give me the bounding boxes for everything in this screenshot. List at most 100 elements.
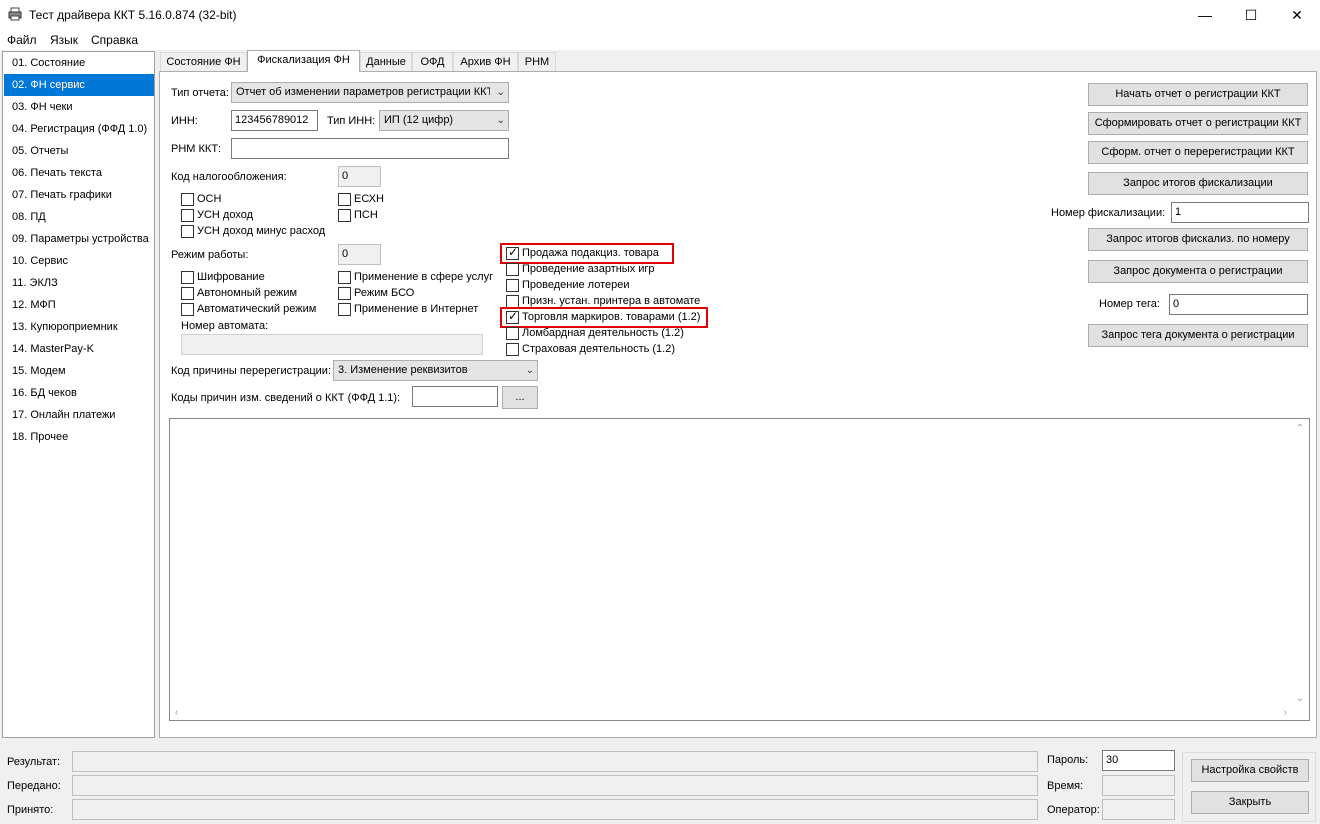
query-reg-document-button[interactable]: Запрос документа о регистрации [1088,260,1308,283]
sidebar-item-eklz[interactable]: 11. ЭКЛЗ [4,272,154,294]
rereg-reason-select[interactable]: 3. Изменение реквизитов ⌄ [333,360,538,381]
query-fisc-by-number-button[interactable]: Запрос итогов фискализ. по номеру [1088,228,1308,251]
rnm-input[interactable] [231,138,509,159]
settings-button[interactable]: Настройка свойств [1191,759,1309,782]
maximize-icon[interactable]: ☐ [1228,0,1274,30]
internet-label: Применение в Интернет [354,303,479,315]
tab-rnm[interactable]: РНМ [518,52,556,71]
autonomous-checkbox[interactable] [181,287,194,300]
sidebar-item-fn-receipts[interactable]: 03. ФН чеки [4,96,154,118]
sidebar-item-device-params[interactable]: 09. Параметры устройства [4,228,154,250]
automat-number-input[interactable] [181,334,483,355]
tab-fn-fiscalization[interactable]: Фискализация ФН [247,50,360,72]
eshn-label: ЕСХН [354,193,384,205]
chevron-down-icon: ⌄ [525,365,534,376]
tax-code-label: Код налогообложения: [171,171,287,183]
report-type-label: Тип отчета: [171,87,229,99]
inn-type-select[interactable]: ИП (12 цифр) ⌄ [379,110,509,131]
usn-income-checkbox[interactable] [181,209,194,222]
tab-fn-archive[interactable]: Архив ФН [453,52,518,71]
rereg-reason-label: Код причины перерегистрации: [171,365,332,377]
sent-label: Передано: [7,780,61,792]
browse-button[interactable]: ... [502,386,538,409]
pawnshop-label: Ломбардная деятельность (1.2) [522,327,684,339]
time-label: Время: [1047,780,1084,792]
tag-number-input[interactable]: 0 [1169,294,1308,315]
lottery-checkbox[interactable] [506,279,519,292]
sidebar-item-mfp[interactable]: 12. МФП [4,294,154,316]
sidebar-item-reports[interactable]: 05. Отчеты [4,140,154,162]
tab-data[interactable]: Данные [360,52,412,71]
scroll-left-icon[interactable]: ‹ [175,707,178,718]
psn-checkbox[interactable] [338,209,351,222]
insurance-checkbox[interactable] [506,343,519,356]
osn-label: ОСН [197,193,222,205]
lottery-label: Проведение лотереи [522,279,630,291]
automatic-checkbox[interactable] [181,303,194,316]
close-button[interactable]: Закрыть [1191,791,1309,814]
inn-label: ИНН: [171,115,198,127]
tag-number-label: Номер тега: [1099,298,1160,310]
printer-app-icon [8,7,22,21]
change-codes-input[interactable] [412,386,498,407]
sidebar-item-other[interactable]: 18. Прочее [4,426,154,448]
query-tag-button[interactable]: Запрос тега документа о регистрации [1088,324,1308,347]
usn-income-minus-label: УСН доход минус расход [197,225,326,237]
sidebar-item-fn-service[interactable]: 02. ФН сервис [4,74,154,96]
encryption-label: Шифрование [197,271,265,283]
tab-fn-status[interactable]: Состояние ФН [160,52,247,71]
services-checkbox[interactable] [338,271,351,284]
sidebar-item-registration[interactable]: 04. Регистрация (ФФД 1.0) [4,118,154,140]
sidebar-item-print-text[interactable]: 06. Печать текста [4,162,154,184]
sidebar-item-print-graphics[interactable]: 07. Печать графики [4,184,154,206]
close-window-icon[interactable]: ✕ [1274,0,1320,30]
sidebar: 01. Состояние 02. ФН сервис 03. ФН чеки … [2,51,155,738]
usn-income-minus-checkbox[interactable] [181,225,194,238]
marking-label: Торговля маркиров. товарами (1.2) [522,311,701,323]
tab-ofd[interactable]: ОФД [412,52,453,71]
menu-file[interactable]: Файл [7,33,37,47]
chevron-down-icon: ⌄ [496,87,505,98]
sidebar-item-modem[interactable]: 15. Модем [4,360,154,382]
sidebar-item-masterpay[interactable]: 14. MasterPay-K [4,338,154,360]
query-fisc-results-button[interactable]: Запрос итогов фискализации [1088,172,1308,195]
encryption-checkbox[interactable] [181,271,194,284]
menu-language[interactable]: Язык [50,33,78,47]
result-field [72,751,1038,772]
operator-field [1102,799,1175,820]
services-label: Применение в сфере услуг [354,271,494,283]
minimize-icon[interactable]: — [1182,0,1228,30]
sidebar-item-pd[interactable]: 08. ПД [4,206,154,228]
sidebar-item-bill-acceptor[interactable]: 13. Купюроприемник [4,316,154,338]
menu-help[interactable]: Справка [91,33,138,47]
sidebar-item-receipts-db[interactable]: 16. БД чеков [4,382,154,404]
scroll-up-icon[interactable]: ⌃ [1296,423,1304,434]
make-rereg-report-button[interactable]: Сформ. отчет о перерегистрации ККТ [1088,141,1308,164]
scroll-right-icon[interactable]: › [1284,707,1287,718]
marking-checkbox[interactable] [506,309,519,324]
inn-input[interactable]: 123456789012 [231,110,318,131]
eshn-checkbox[interactable] [338,193,351,206]
usn-income-label: УСН доход [197,209,254,221]
scroll-down-icon[interactable]: ⌄ [1296,693,1304,704]
fisc-number-input[interactable]: 1 [1171,202,1309,223]
sidebar-item-status[interactable]: 01. Состояние [4,52,154,74]
make-report-button[interactable]: Сформировать отчет о регистрации ККТ [1088,112,1308,135]
gambling-checkbox[interactable] [506,263,519,276]
password-input[interactable]: 30 [1102,750,1175,771]
bso-checkbox[interactable] [338,287,351,300]
psn-label: ПСН [354,209,378,221]
report-type-select[interactable]: Отчет об изменении параметров регистраци… [231,82,509,103]
window-title: Тест драйвера ККТ 5.16.0.874 (32-bit) [29,8,237,22]
log-textarea[interactable]: ⌃ ⌄ ‹ › [169,418,1310,721]
excise-checkbox[interactable] [506,245,519,260]
work-mode-field: 0 [338,244,381,265]
sent-field [72,775,1038,796]
sidebar-item-online-payments[interactable]: 17. Онлайн платежи [4,404,154,426]
start-report-button[interactable]: Начать отчет о регистрации ККТ [1088,83,1308,106]
inn-type-label: Тип ИНН: [327,115,376,127]
pawnshop-checkbox[interactable] [506,327,519,340]
internet-checkbox[interactable] [338,303,351,316]
sidebar-item-service[interactable]: 10. Сервис [4,250,154,272]
osn-checkbox[interactable] [181,193,194,206]
